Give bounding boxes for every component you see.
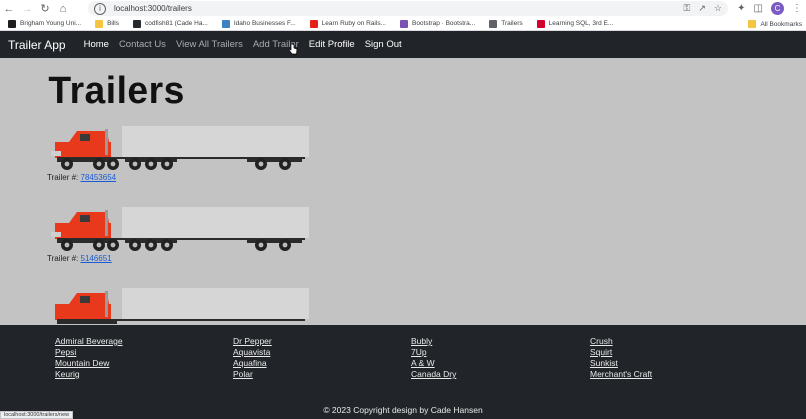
key-icon[interactable]: ⚿ <box>684 3 691 14</box>
youtube-icon <box>309 19 318 28</box>
trailer-card: Trailer #: 78453654 <box>47 126 309 182</box>
bookmark-label: Brigham Young Uni... <box>20 20 82 27</box>
status-bar-url: localhost:3000/trailers/new <box>0 411 74 419</box>
truck-image <box>51 207 309 251</box>
nav-edit-profile[interactable]: Edit Profile <box>309 39 355 50</box>
reload-icon[interactable]: ↻ <box>36 0 54 17</box>
bookmark-label: Bootstrap · Bootstra... <box>411 20 476 27</box>
bookmark-item[interactable]: Bootstrap · Bootstra... <box>399 19 476 28</box>
avatar[interactable]: C <box>771 2 784 15</box>
trailer-number-label: Trailer #: <box>47 254 79 263</box>
bookmark-item[interactable]: codfish81 (Cade Ha... <box>133 19 208 28</box>
bookmark-label: Trailers <box>501 20 523 27</box>
truck-image <box>55 288 309 324</box>
trailer-card: Trailer #: 5146651 <box>47 207 309 263</box>
footer-column: Dr Pepper Aquavista Aquafina Polar <box>233 336 272 380</box>
github-icon <box>133 19 141 28</box>
extensions-icon[interactable]: ✦ <box>737 3 745 14</box>
footer-link[interactable]: Merchant's Craft <box>590 369 652 380</box>
footer-link[interactable]: A & W <box>411 358 456 369</box>
byu-icon <box>8 19 16 28</box>
footer-column: Admiral Beverage Pepsi Mountain Dew Keur… <box>55 336 123 380</box>
all-bookmarks-label: All Bookmarks <box>760 20 802 28</box>
footer-link[interactable]: Canada Dry <box>411 369 456 380</box>
folder-icon <box>748 20 757 28</box>
star-icon[interactable]: ☆ <box>714 3 722 14</box>
footer-link[interactable]: Admiral Beverage <box>55 336 123 347</box>
trailer-card <box>47 288 309 325</box>
menu-icon[interactable]: ⋮ <box>792 3 802 14</box>
globe-icon <box>489 19 498 28</box>
all-bookmarks[interactable]: All Bookmarks <box>748 17 802 31</box>
nav-contact-us[interactable]: Contact Us <box>119 39 166 50</box>
footer: Admiral Beverage Pepsi Mountain Dew Keur… <box>0 325 806 419</box>
bookmark-item[interactable]: Brigham Young Uni... <box>8 19 82 28</box>
sidepanel-icon[interactable]: ◫ <box>754 3 763 14</box>
hand-cursor-icon <box>288 43 298 55</box>
copyright-text: © 2023 Copyright design by Cade Hansen <box>323 405 483 415</box>
footer-link[interactable]: Aquavista <box>233 347 272 358</box>
address-bar[interactable]: i localhost:3000/trailers ⚿ ↗ ☆ <box>88 1 728 16</box>
bookmark-item[interactable]: Learning SQL, 3rd E... <box>536 19 614 28</box>
bookmark-label: Bills <box>107 20 119 27</box>
site-info-icon[interactable]: i <box>94 2 106 15</box>
bookmark-item[interactable]: Learn Ruby on Rails... <box>309 19 386 28</box>
forward-icon[interactable]: → <box>18 0 36 17</box>
oreilly-icon <box>536 19 545 28</box>
footer-link[interactable]: 7Up <box>411 347 456 358</box>
idaho-icon <box>221 19 230 28</box>
bookmark-label: Idaho Businesses F... <box>233 20 296 27</box>
footer-column: Crush Squirt Sunkist Merchant's Craft <box>590 336 652 380</box>
url-text[interactable]: localhost:3000/trailers <box>114 4 192 13</box>
bookmark-label: codfish81 (Cade Ha... <box>145 20 208 27</box>
footer-link[interactable]: Bubly <box>411 336 456 347</box>
page-title: Trailers <box>48 70 185 112</box>
footer-link[interactable]: Keurig <box>55 369 123 380</box>
share-icon[interactable]: ↗ <box>698 3 706 14</box>
footer-link[interactable]: Polar <box>233 369 272 380</box>
bookmark-label: Learning SQL, 3rd E... <box>548 20 614 27</box>
app-navbar: Trailer App Home Contact Us View All Tra… <box>0 31 806 58</box>
trailer-label: Trailer #: 78453654 <box>47 173 309 182</box>
footer-link[interactable]: Pepsi <box>55 347 123 358</box>
nav-sign-out[interactable]: Sign Out <box>365 39 402 50</box>
trailer-number-label: Trailer #: <box>47 173 79 182</box>
bootstrap-icon <box>399 19 408 28</box>
folder-icon <box>95 19 104 28</box>
browser-toolbar: ← → ↻ ⌂ i localhost:3000/trailers ⚿ ↗ ☆ … <box>0 0 806 17</box>
bookmarks-bar: Brigham Young Uni... Bills codfish81 (Cade… <box>0 17 806 31</box>
truck-image <box>51 126 309 170</box>
nav-home[interactable]: Home <box>84 39 109 50</box>
footer-link[interactable]: Squirt <box>590 347 652 358</box>
trailer-number-link[interactable]: 5146651 <box>81 254 112 263</box>
bookmark-item[interactable]: Idaho Businesses F... <box>221 19 296 28</box>
footer-link[interactable]: Dr Pepper <box>233 336 272 347</box>
brand-link[interactable]: Trailer App <box>8 38 66 52</box>
back-icon[interactable]: ← <box>0 0 18 17</box>
footer-link[interactable]: Mountain Dew <box>55 358 123 369</box>
footer-link[interactable]: Aquafina <box>233 358 272 369</box>
bookmark-item[interactable]: Trailers <box>489 19 523 28</box>
trailer-number-link[interactable]: 78453654 <box>81 173 117 182</box>
bookmark-label: Learn Ruby on Rails... <box>321 20 386 27</box>
trailer-label: Trailer #: 5146651 <box>47 254 309 263</box>
footer-link[interactable]: Crush <box>590 336 652 347</box>
footer-column: Bubly 7Up A & W Canada Dry <box>411 336 456 380</box>
home-icon[interactable]: ⌂ <box>54 0 72 17</box>
bookmark-item[interactable]: Bills <box>95 19 119 28</box>
footer-link[interactable]: Sunkist <box>590 358 652 369</box>
nav-view-all-trailers[interactable]: View All Trailers <box>176 39 243 50</box>
